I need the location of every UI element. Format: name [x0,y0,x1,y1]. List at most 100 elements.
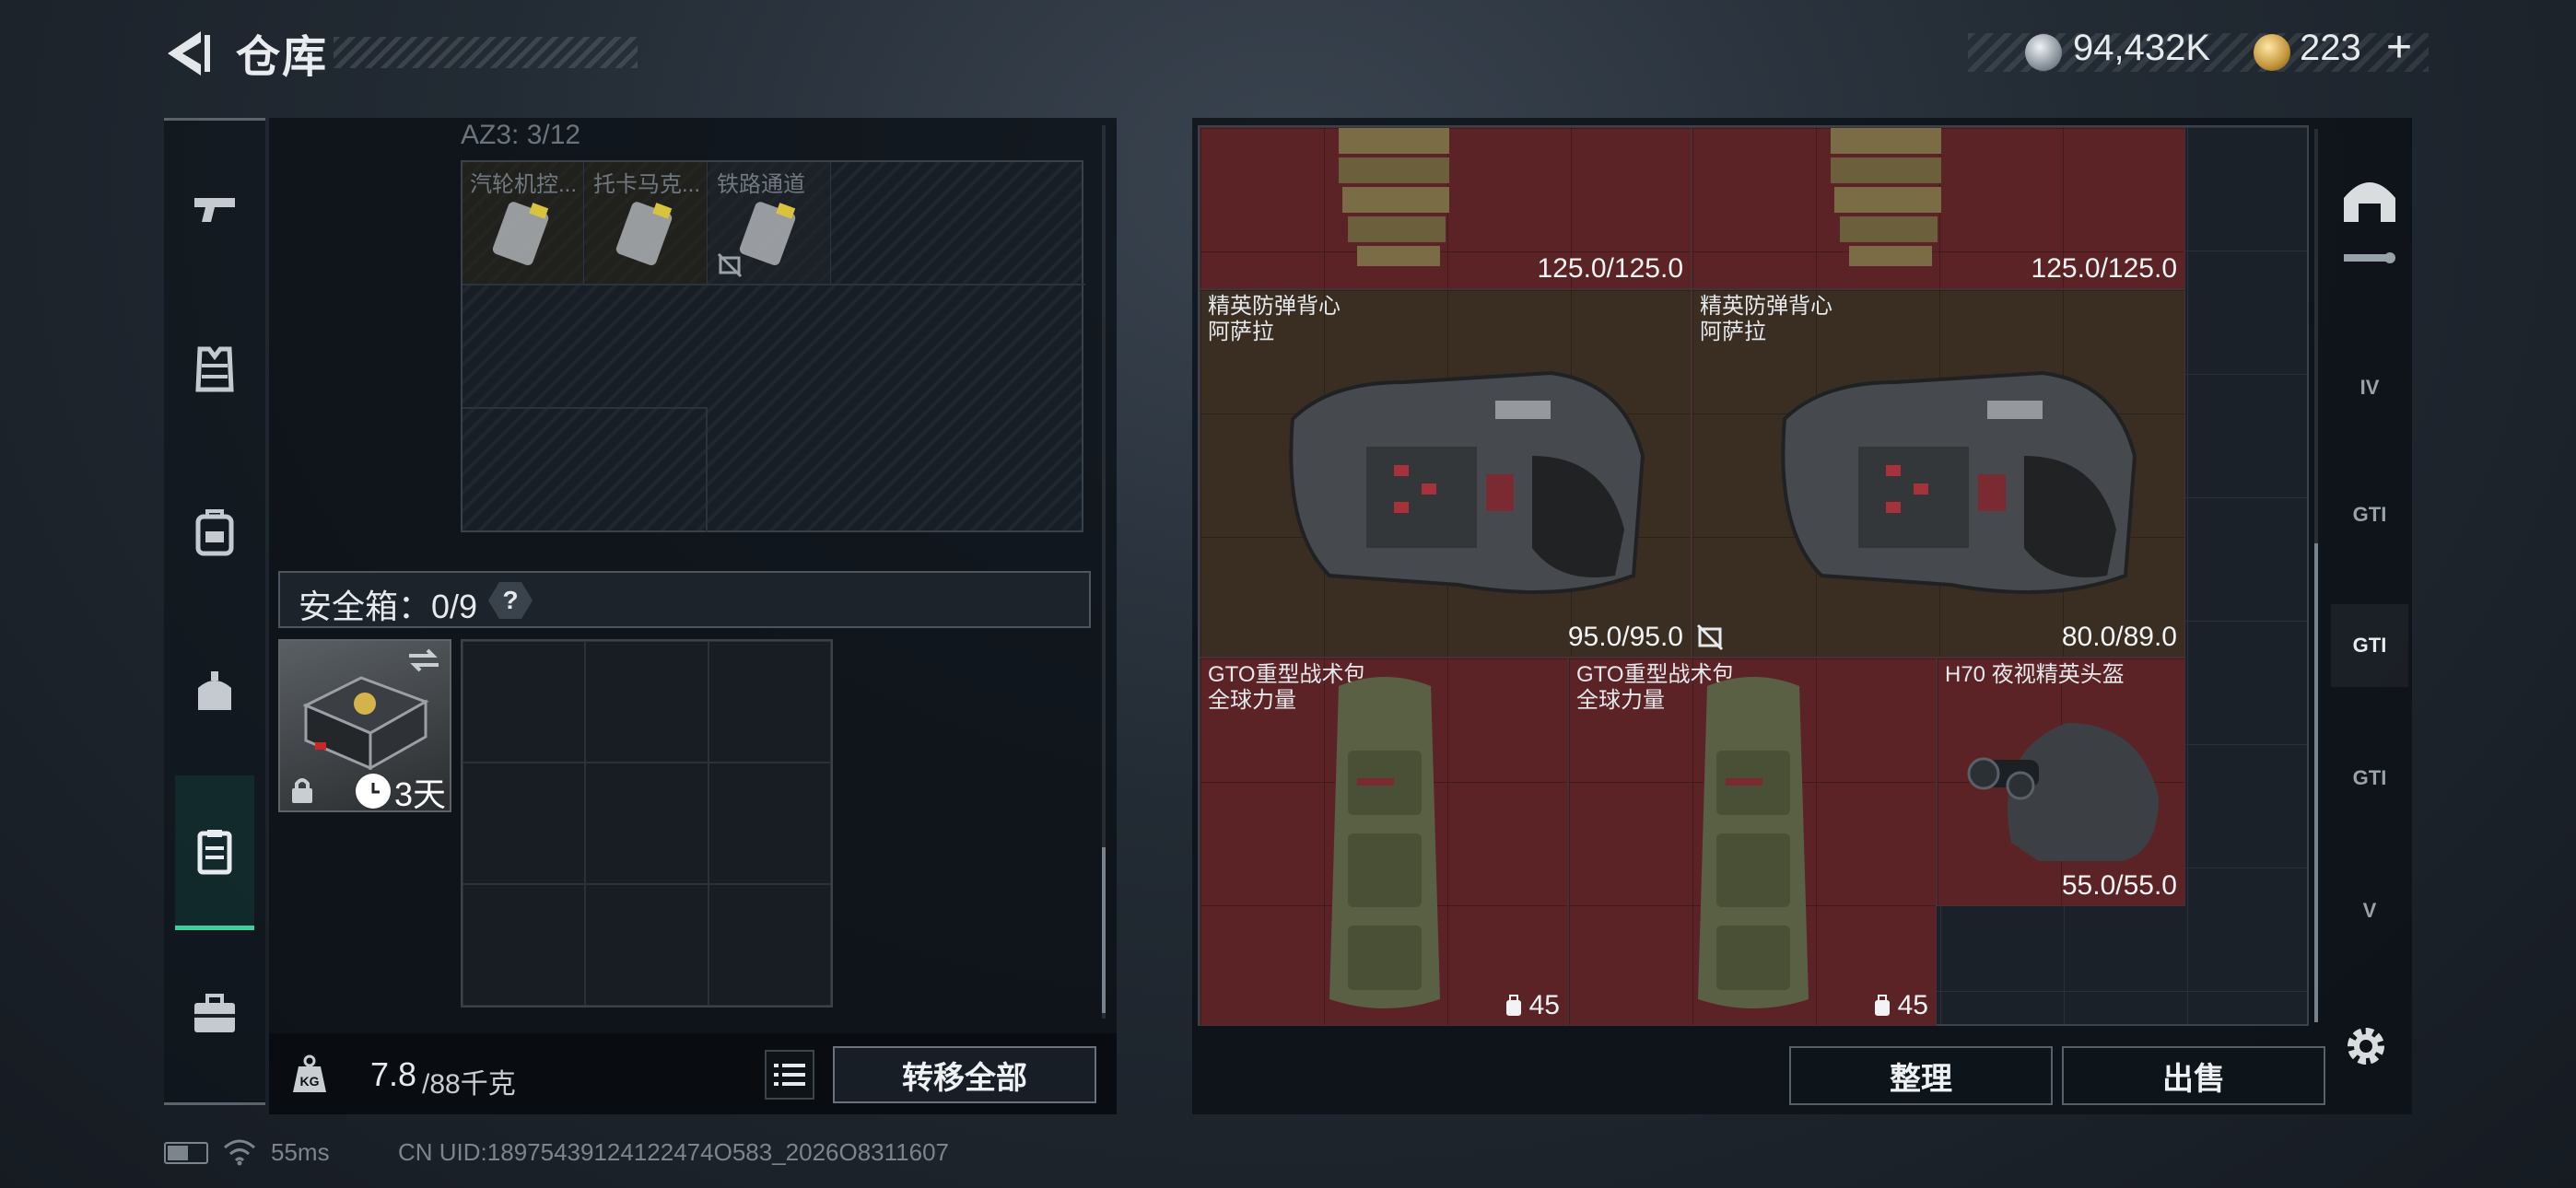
grid-cell[interactable] [585,763,708,884]
item-name: 精英防弹背心 阿萨拉 [1700,294,1832,344]
sidebar-item-pouches[interactable] [164,641,265,742]
settings-button[interactable] [2340,1020,2392,1072]
gold-coin-icon [2254,34,2290,71]
nvg-helmet-icon [1967,723,2159,861]
safe-box-grid [461,639,833,1007]
no-insure-icon [1696,623,1724,651]
filter-gti-3[interactable]: GTI [2331,737,2408,820]
az3-slot-item[interactable]: 托卡马克... [586,162,708,284]
item-name: H70 夜视精英头盔 [1945,662,2125,687]
grid-cell[interactable] [585,641,708,763]
category-sidebar [164,118,265,1105]
weight-max: /88千克 [422,1069,516,1100]
gear-icon [2348,1028,2384,1065]
safe-box-label: 安全箱：0/9 [299,588,478,625]
clock-icon [356,774,391,809]
backpack-item-icon [1329,677,1440,1008]
backpack-small-icon [1505,995,1521,1016]
az3-container-label: AZ3: 3/12 [461,120,581,150]
swap-icon[interactable] [405,645,442,676]
stash-grid: 125.0/125.0 125.0/125.0 精英防弹背心 阿萨拉 95.0/… [1198,125,2309,1026]
backpack-icon [195,509,234,556]
armor-vest-icon [1289,370,1645,594]
az3-slot-item[interactable]: 汽轮机控... [463,162,584,284]
sidebar-item-backpacks[interactable] [164,481,265,582]
keycard-icon [739,202,796,266]
filter-gti-2-active[interactable]: GTI [2331,604,2408,687]
player-uid: CN UID:18975439124122474O583_2026O831160… [398,1138,950,1166]
item-capacity: 45 [1504,990,1560,1021]
filter-home[interactable] [2331,157,2408,239]
crate-stack-icon [1339,128,1449,266]
weight-current: 7.8 [370,1055,417,1093]
filter-slot[interactable] [2331,230,2408,285]
svg-text:KG: KG [300,1074,320,1089]
item-durability: 125.0/125.0 [2031,253,2177,284]
currency-gold-amount: 223 [2300,28,2361,68]
sidebar-item-weapons[interactable] [164,158,265,260]
silver-coin-icon [2025,34,2062,71]
grid-cell[interactable] [708,763,831,884]
page-title: 仓库 [236,33,329,82]
keycard-icon [492,202,549,266]
list-icon [774,1064,805,1086]
grid-cell[interactable] [463,884,586,1006]
battery-level [168,1146,188,1160]
currency-silver-amount: 94,432K [2073,28,2211,68]
wifi-icon [224,1139,255,1166]
title-decoration [334,37,638,68]
sell-button[interactable]: 出售 [2062,1046,2325,1105]
crate-stack-icon [1831,128,1941,266]
filter-label: V [2362,899,2377,922]
filter-label: GTI [2352,766,2387,789]
vest-icon [195,346,234,392]
case-time-remaining: 3天 [394,775,447,813]
safe-box-icon [197,830,232,875]
keycard-icon [615,202,673,266]
back-arrow-icon [168,31,210,76]
stash-item-helmet[interactable]: H70 夜视精英头盔 55.0/55.0 [1937,658,2185,906]
sidebar-item-cases[interactable] [164,963,265,1065]
filter-label: GTI [2352,634,2387,657]
right-scrollbar-thumb[interactable] [2314,543,2318,1022]
item-name: 精英防弹背心 阿萨拉 [1208,294,1341,344]
stash-item-vest[interactable]: 精英防弹背心 阿萨拉 80.0/89.0 [1692,289,2185,658]
transfer-all-button[interactable]: 转移全部 [833,1046,1096,1103]
stash-item-vest[interactable]: 精英防弹背心 阿萨拉 95.0/95.0 [1200,289,1692,658]
bunker-icon [2344,182,2395,222]
sidebar-item-safe-box[interactable] [164,801,265,903]
stash-item-backpack[interactable]: GTO重型战术包 全球力量 45 [1200,658,1568,1026]
case-small-icon [2344,252,2395,263]
briefcase-icon [194,994,235,1032]
grid-cell[interactable] [463,641,586,763]
stash-item[interactable]: 125.0/125.0 [1692,127,2185,289]
back-button[interactable] [158,28,214,79]
add-currency-button[interactable]: + [2386,22,2412,73]
no-insure-icon [717,252,743,278]
stash-item-backpack[interactable]: GTO重型战术包 全球力量 45 [1568,658,1937,1026]
stash-item[interactable]: 125.0/125.0 [1200,127,1692,289]
item-durability: 80.0/89.0 [2061,622,2177,652]
filter-iv[interactable]: IV [2331,346,2408,429]
backpack-item-icon [1698,677,1809,1008]
grid-cell[interactable] [708,884,831,1006]
filter-v[interactable]: V [2331,869,2408,952]
filter-label: IV [2359,376,2380,399]
weight-icon: KG [293,1054,326,1092]
sort-button[interactable]: 整理 [1789,1046,2053,1105]
pistol-icon [194,198,235,222]
armor-vest-icon [1781,370,2137,594]
lock-icon [292,778,312,803]
filter-gti-1[interactable]: GTI [2331,473,2408,556]
list-view-button[interactable] [765,1050,814,1100]
left-scrollbar-thumb[interactable] [1102,847,1106,1013]
grid-cell[interactable] [463,763,586,884]
grid-cell[interactable] [585,884,708,1006]
grid-cell[interactable] [708,641,831,763]
item-durability: 125.0/125.0 [1537,253,1683,284]
sidebar-item-armor[interactable] [164,319,265,420]
pouch-icon [198,671,231,710]
filter-label: GTI [2352,503,2387,526]
az3-slot-item[interactable]: 铁路通道 [709,162,831,284]
item-durability: 55.0/55.0 [2061,870,2177,901]
